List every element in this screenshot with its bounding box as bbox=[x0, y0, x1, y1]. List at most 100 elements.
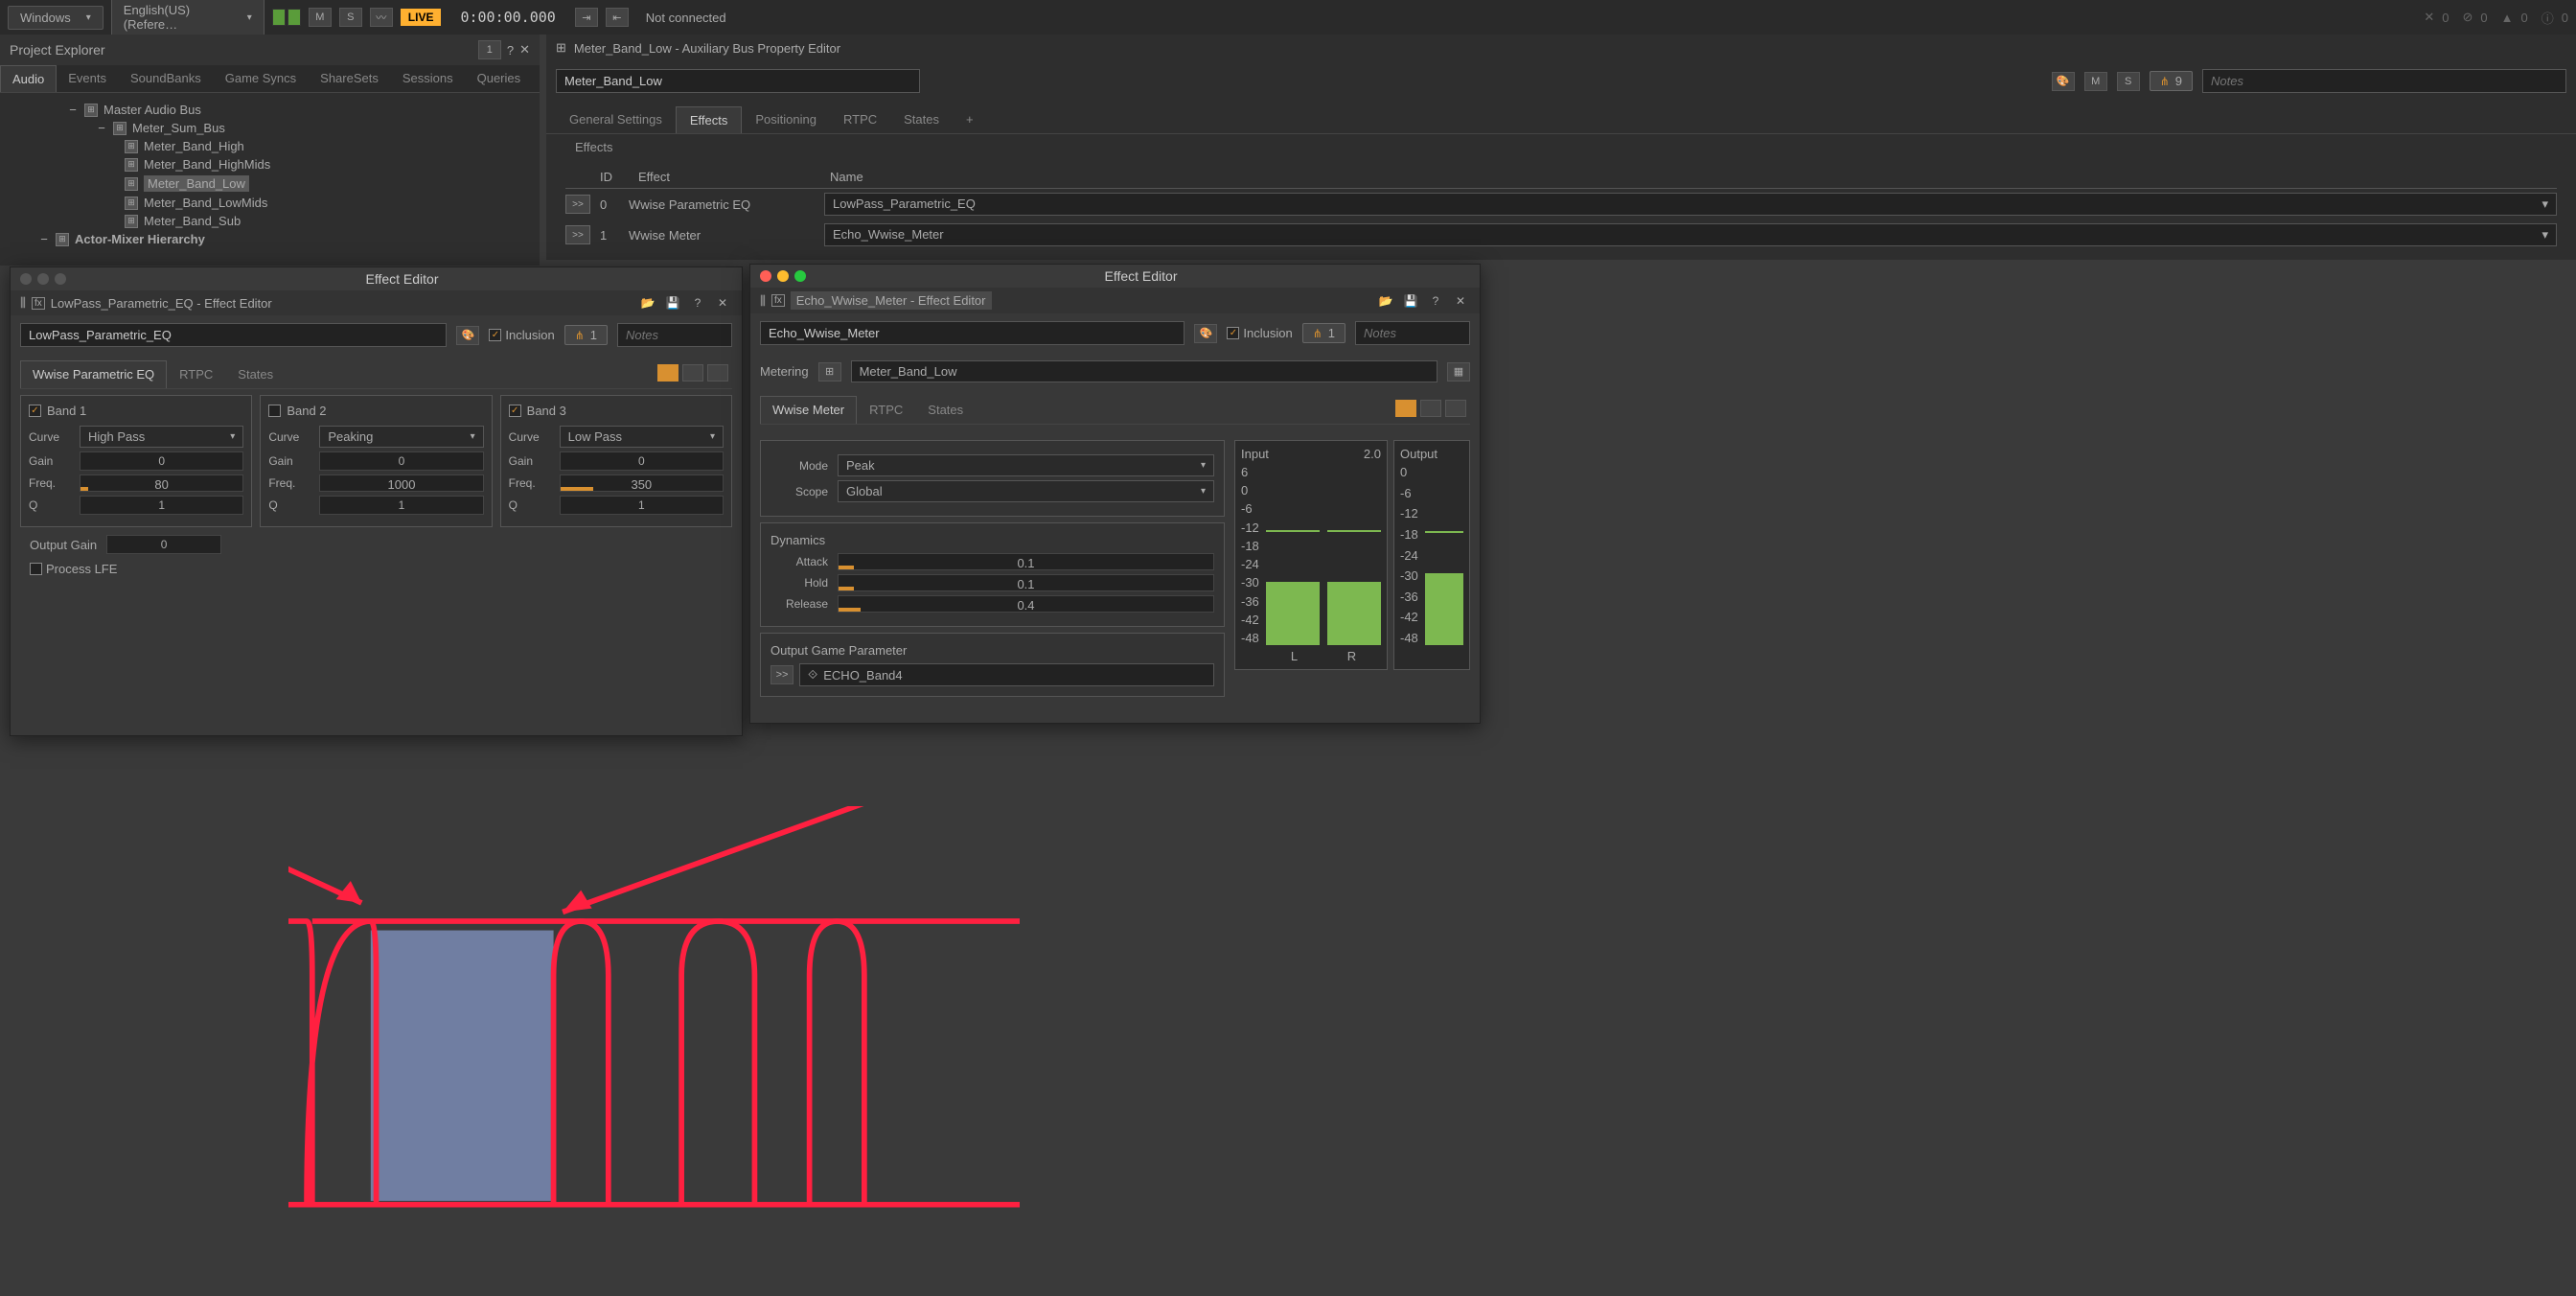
notes-input[interactable] bbox=[2202, 69, 2566, 93]
freq-slider[interactable]: 350 bbox=[560, 474, 724, 492]
ogp-value-field[interactable]: ⟐ECHO_Band4 bbox=[799, 663, 1214, 686]
notes-input[interactable] bbox=[1355, 321, 1470, 345]
pe-tab-sharesets[interactable]: ShareSets bbox=[309, 65, 391, 92]
effect-tab[interactable]: States bbox=[225, 360, 286, 388]
curve-dropdown[interactable]: Peaking bbox=[319, 426, 483, 448]
close-icon[interactable]: ✕ bbox=[2424, 10, 2434, 25]
inclusion-checkbox[interactable]: Inclusion bbox=[1227, 326, 1292, 340]
solo-button[interactable]: S bbox=[2117, 72, 2140, 91]
close-icon[interactable]: ✕ bbox=[713, 294, 732, 312]
scope-dropdown[interactable]: Global bbox=[838, 480, 1214, 502]
pe-tab-queries[interactable]: Queries bbox=[466, 65, 534, 92]
freq-slider[interactable]: 80 bbox=[80, 474, 243, 492]
pe-tab-game-syncs[interactable]: Game Syncs bbox=[214, 65, 309, 92]
tree-item[interactable]: −⊞Master Audio Bus bbox=[19, 101, 540, 119]
property-tab[interactable]: General Settings bbox=[556, 106, 676, 133]
ogp-go-button[interactable]: >> bbox=[770, 665, 794, 684]
attack-slider[interactable]: 0.1 bbox=[838, 553, 1214, 570]
gain-value[interactable]: 0 bbox=[319, 451, 483, 471]
view-mode-3[interactable] bbox=[707, 364, 728, 382]
tree-item[interactable]: ⊞Meter_Band_HighMids bbox=[19, 155, 540, 174]
mute-button[interactable]: M bbox=[2084, 72, 2107, 91]
window-min-dot[interactable] bbox=[37, 273, 49, 285]
tree-item[interactable]: ⊞Meter_Band_Sub bbox=[19, 212, 540, 230]
palette-icon[interactable]: 🎨 bbox=[456, 326, 479, 345]
tree-item[interactable]: ⊞Meter_Band_LowMids bbox=[19, 194, 540, 212]
view-mode-3[interactable] bbox=[1445, 400, 1466, 417]
help-icon[interactable]: ? bbox=[1426, 292, 1445, 310]
error-icon[interactable]: ⊘ bbox=[2463, 10, 2473, 25]
view-mode-2[interactable] bbox=[682, 364, 703, 382]
metering-target-field[interactable]: Meter_Band_Low bbox=[851, 360, 1438, 382]
handle-icon[interactable]: ⫼ bbox=[760, 293, 766, 309]
folder-open-icon[interactable]: 📂 bbox=[638, 294, 657, 312]
language-selector[interactable]: English(US) (Refere… bbox=[111, 0, 264, 36]
pe-tab-sessions[interactable]: Sessions bbox=[391, 65, 466, 92]
tree-item[interactable]: −⊞Meter_Sum_Bus bbox=[19, 119, 540, 137]
process-lfe-checkbox[interactable]: Process LFE bbox=[30, 562, 117, 576]
q-value[interactable]: 1 bbox=[319, 496, 483, 515]
effect-row[interactable]: >>1Wwise MeterEcho_Wwise_Meter▾ bbox=[565, 220, 2557, 250]
effect-tab[interactable]: States bbox=[915, 396, 976, 424]
project-explorer-tree[interactable]: −⊞Master Audio Bus−⊞Meter_Sum_Bus⊞Meter_… bbox=[0, 93, 540, 266]
remote-icon-2[interactable]: ⇤ bbox=[606, 8, 629, 27]
palette-icon[interactable]: 🎨 bbox=[2052, 72, 2075, 91]
q-value[interactable]: 1 bbox=[560, 496, 724, 515]
object-name-input[interactable] bbox=[556, 69, 920, 93]
save-icon[interactable]: 💾 bbox=[663, 294, 682, 312]
band-enable-checkbox[interactable] bbox=[29, 405, 41, 417]
window-max-dot[interactable] bbox=[794, 270, 806, 282]
pe-tab-events[interactable]: Events bbox=[57, 65, 119, 92]
info-icon[interactable]: ⓘ bbox=[2542, 9, 2554, 27]
property-tab[interactable]: Positioning bbox=[742, 106, 830, 133]
go-button[interactable]: >> bbox=[565, 225, 590, 244]
band-enable-checkbox[interactable] bbox=[268, 405, 281, 417]
release-slider[interactable]: 0.4 bbox=[838, 595, 1214, 613]
q-value[interactable]: 1 bbox=[80, 496, 243, 515]
shareset-indicator[interactable]: ⋔1 bbox=[1302, 323, 1346, 343]
tree-item[interactable]: −⊞Actor-Mixer Hierarchy bbox=[19, 230, 540, 248]
effect-tab[interactable]: RTPC bbox=[857, 396, 915, 424]
output-gain-value[interactable]: 0 bbox=[106, 535, 221, 554]
mute-button[interactable]: M bbox=[309, 8, 332, 27]
inclusion-checkbox[interactable]: Inclusion bbox=[489, 328, 554, 342]
hold-slider[interactable]: 0.1 bbox=[838, 574, 1214, 591]
effect-name-input[interactable] bbox=[760, 321, 1184, 345]
window-min-dot[interactable] bbox=[777, 270, 789, 282]
view-mode-1[interactable] bbox=[657, 364, 678, 382]
window-close-dot[interactable] bbox=[760, 270, 771, 282]
freq-slider[interactable]: 1000 bbox=[319, 474, 483, 492]
go-button[interactable]: >> bbox=[565, 195, 590, 214]
pe-tab-soundbanks[interactable]: SoundBanks bbox=[119, 65, 214, 92]
gain-value[interactable]: 0 bbox=[560, 451, 724, 471]
view-mode-2[interactable] bbox=[1420, 400, 1441, 417]
effect-tab[interactable]: Wwise Parametric EQ bbox=[20, 360, 167, 388]
metering-target-icon[interactable]: ⊞ bbox=[818, 362, 841, 382]
notes-input[interactable] bbox=[617, 323, 732, 347]
property-tab[interactable]: Effects bbox=[676, 106, 743, 133]
effect-name-dropdown[interactable]: LowPass_Parametric_EQ▾ bbox=[824, 193, 2557, 216]
close-icon[interactable]: ✕ bbox=[1451, 292, 1470, 310]
remote-icon[interactable]: ⇥ bbox=[575, 8, 598, 27]
window-close-dot[interactable] bbox=[20, 273, 32, 285]
tree-item[interactable]: ⊞Meter_Band_High bbox=[19, 137, 540, 155]
save-icon[interactable]: 💾 bbox=[1401, 292, 1420, 310]
window-max-dot[interactable] bbox=[55, 273, 66, 285]
effect-row[interactable]: >>0Wwise Parametric EQLowPass_Parametric… bbox=[565, 189, 2557, 220]
effect-tab[interactable]: RTPC bbox=[167, 360, 225, 388]
live-button[interactable]: LIVE bbox=[401, 9, 442, 26]
property-tab[interactable]: States bbox=[890, 106, 953, 133]
close-icon[interactable]: ✕ bbox=[519, 42, 530, 58]
property-tab[interactable]: RTPC bbox=[830, 106, 890, 133]
help-icon[interactable]: ? bbox=[688, 294, 707, 312]
effect-name-dropdown[interactable]: Echo_Wwise_Meter▾ bbox=[824, 223, 2557, 246]
handle-icon[interactable]: ⫼ bbox=[20, 295, 26, 311]
curve-dropdown[interactable]: Low Pass bbox=[560, 426, 724, 448]
solo-button[interactable]: S bbox=[339, 8, 362, 27]
property-tab[interactable]: + bbox=[953, 106, 987, 133]
palette-icon[interactable]: 🎨 bbox=[1194, 324, 1217, 343]
activity-icon[interactable]: 〰 bbox=[370, 8, 393, 27]
layout-selector[interactable]: Windows bbox=[8, 6, 104, 30]
tree-item[interactable]: ⊞Meter_Band_Low bbox=[19, 174, 540, 194]
mode-dropdown[interactable]: Peak bbox=[838, 454, 1214, 476]
